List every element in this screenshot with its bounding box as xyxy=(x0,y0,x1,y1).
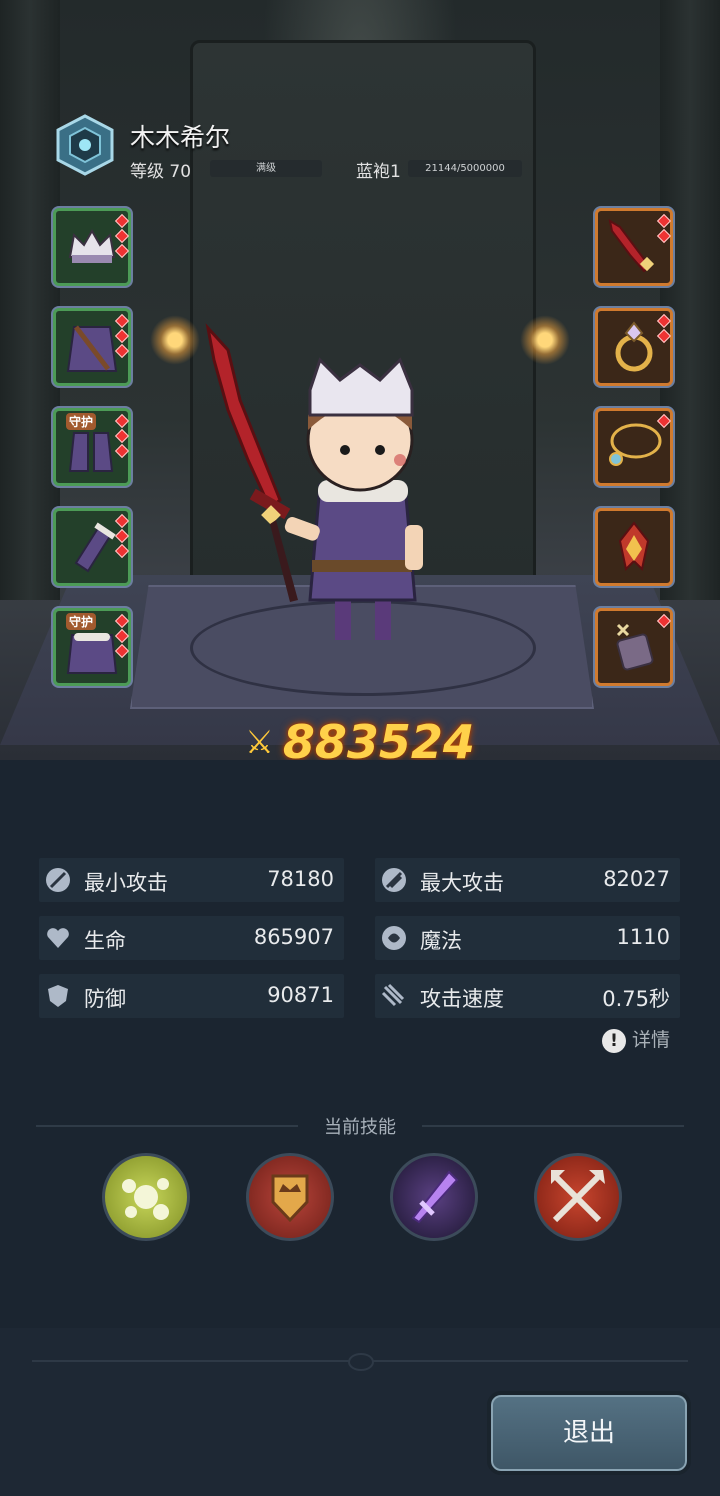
ring-slot[interactable] xyxy=(595,308,673,386)
boots-slot[interactable]: 守护 xyxy=(53,408,131,486)
combat-power-value: 883524 xyxy=(282,715,475,760)
class-emblem-icon[interactable] xyxy=(54,114,116,176)
stat-defense: 防御 90871 xyxy=(39,974,344,1018)
character-level: 等级 70 xyxy=(130,162,192,182)
heart-icon xyxy=(47,928,69,948)
level-bar: 满级 xyxy=(210,160,322,177)
purple-blade-icon xyxy=(411,1170,459,1224)
divider-ornament-icon xyxy=(348,1353,374,1371)
stat-hp: 生命 865907 xyxy=(39,916,344,960)
poison-bubbles-icon xyxy=(122,1178,169,1220)
skill-poison-bubbles[interactable] xyxy=(102,1153,190,1241)
crown-shield-icon xyxy=(271,1174,309,1223)
character-name: 木木希尔 xyxy=(130,123,231,152)
right-torch-icon xyxy=(520,315,570,365)
hero-character[interactable] xyxy=(200,320,460,660)
min-attack-icon xyxy=(46,868,70,892)
skill-crown-shield[interactable] xyxy=(246,1153,334,1241)
shield-icon xyxy=(48,985,68,1007)
rank-label: 蓝袍1 xyxy=(356,162,401,182)
weapon-slot[interactable] xyxy=(595,208,673,286)
skill-purple-blade[interactable] xyxy=(390,1153,478,1241)
max-attack-icon xyxy=(382,868,406,892)
details-label: 详情 xyxy=(632,1029,671,1051)
armor-slot[interactable] xyxy=(53,308,131,386)
flame-emblem-icon xyxy=(618,521,650,572)
stat-attack-speed: 攻击速度 0.75秒 xyxy=(375,974,680,1018)
attack-speed-icon xyxy=(381,983,405,1007)
greatsword-icon xyxy=(205,323,298,602)
stat-min-attack: 最小攻击 78180 xyxy=(39,858,344,902)
cloak-slot[interactable]: 守护 xyxy=(53,608,131,686)
combat-power: ⚔ 883524 xyxy=(0,715,720,760)
rank-progress-bar: 21144/5000000 xyxy=(408,160,522,177)
crossed-axes-icon xyxy=(551,1170,605,1223)
exit-button[interactable]: 退出 xyxy=(487,1391,691,1475)
character-scene: 木木希尔 等级 70 满级 蓝袍1 21144/5000000 守护 守护 ⚔ … xyxy=(0,0,720,760)
combat-power-icon: ⚔ xyxy=(245,723,274,760)
gloves-slot[interactable] xyxy=(53,508,131,586)
guard-tag: 守护 xyxy=(66,613,97,630)
charm-slot[interactable] xyxy=(595,608,673,686)
details-link[interactable]: ! 详情 xyxy=(602,1025,670,1053)
helmet-slot[interactable] xyxy=(53,208,131,286)
necklace-slot[interactable] xyxy=(595,408,673,486)
left-pillar xyxy=(0,0,60,600)
stat-magic: 魔法 1110 xyxy=(375,916,680,960)
guard-tag: 守护 xyxy=(66,413,97,430)
skill-crossed-axes[interactable] xyxy=(534,1153,622,1241)
skills-title: 当前技能 xyxy=(324,1117,396,1138)
info-icon: ! xyxy=(602,1029,626,1053)
magic-icon xyxy=(382,926,406,950)
stat-max-attack: 最大攻击 82027 xyxy=(375,858,680,902)
belt-slot[interactable] xyxy=(595,508,673,586)
left-torch-icon xyxy=(150,315,200,365)
